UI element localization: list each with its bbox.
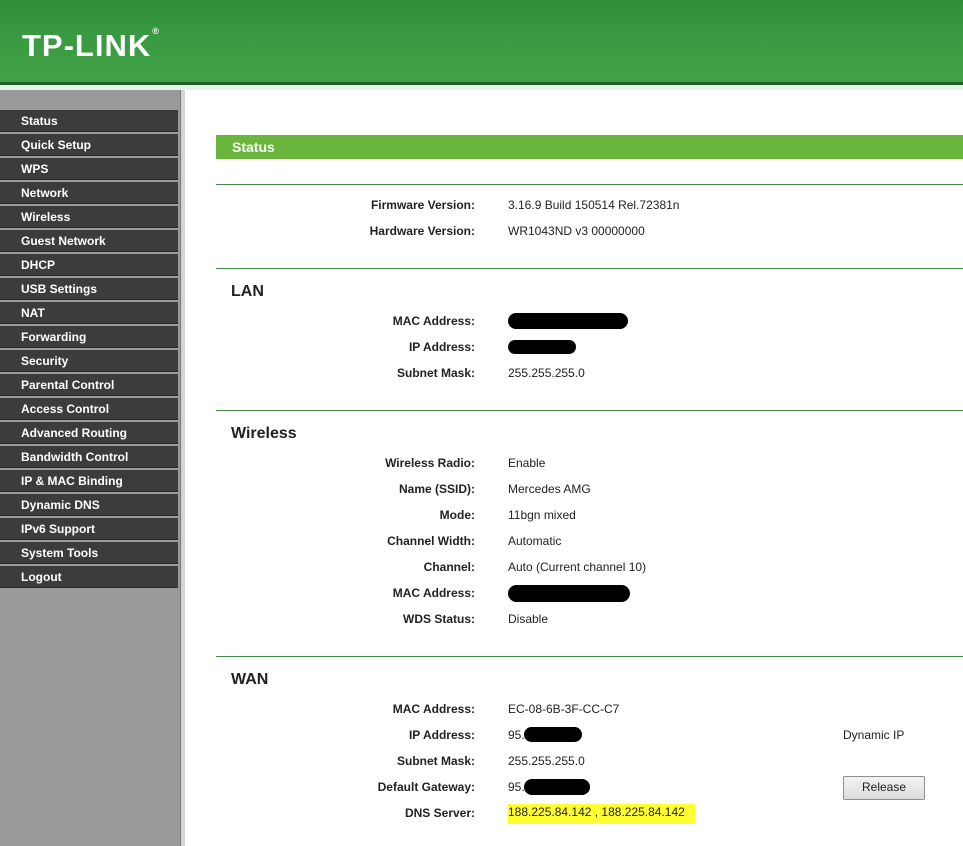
default-gateway-label: Default Gateway: [377, 780, 475, 794]
wireless-mac-label: MAC Address: [392, 586, 475, 600]
sidebar-item-dhcp[interactable]: DHCP [0, 254, 178, 276]
sidebar-item-usb-settings[interactable]: USB Settings [0, 278, 178, 300]
wan-ip-redaction [524, 727, 582, 742]
sidebar-item-advanced-routing[interactable]: Advanced Routing [0, 422, 178, 444]
sidebar-item-network[interactable]: Network [0, 182, 178, 204]
lan-mac-label: MAC Address: [392, 314, 475, 328]
section-divider [216, 410, 963, 411]
lan-ip-label: IP Address: [408, 340, 475, 354]
wan-mac-value: EC-08-6B-3F-CC-C7 [508, 702, 620, 716]
channel-width-label: Channel Width: [387, 534, 475, 548]
main-content: Status Firmware Version: 3.16.9 Build 15… [185, 90, 963, 846]
lan-ip-redaction [508, 340, 576, 354]
sidebar-item-security[interactable]: Security [0, 350, 178, 372]
page-title: Status [216, 135, 963, 159]
firmware-version-value: 3.16.9 Build 150514 Rel.72381n [508, 198, 680, 212]
wan-ip-prefix: 95. [508, 728, 525, 742]
mode-value: 11bgn mixed [508, 508, 576, 522]
registered-mark: ® [152, 26, 160, 36]
section-divider [216, 656, 963, 657]
sidebar-item-wireless[interactable]: Wireless [0, 206, 178, 228]
wireless-radio-label: Wireless Radio: [385, 456, 475, 470]
wireless-section-title: Wireless [231, 425, 297, 442]
sidebar-item-access-control[interactable]: Access Control [0, 398, 178, 420]
dns-server-label: DNS Server: [404, 806, 475, 820]
dns-server-value: 188.225.84.142 , 188.225.84.142 [508, 804, 695, 824]
sidebar-menu: Status Quick Setup WPS Network Wireless … [0, 110, 178, 590]
connection-type: Dynamic IP [843, 728, 905, 742]
wireless-mac-redaction [508, 585, 630, 602]
channel-width-value: Automatic [508, 534, 562, 548]
default-gateway-prefix: 95. [508, 780, 525, 794]
sidebar-item-parental-control[interactable]: Parental Control [0, 374, 178, 396]
ssid-value: Mercedes AMG [508, 482, 591, 496]
release-button[interactable]: Release [843, 776, 925, 800]
sidebar-item-nat[interactable]: NAT [0, 302, 178, 324]
lan-subnet-value: 255.255.255.0 [508, 366, 585, 380]
tp-link-logo: TP-LINK® [22, 26, 160, 64]
ssid-label: Name (SSID): [398, 482, 475, 496]
lan-section-title: LAN [231, 283, 264, 300]
section-divider [216, 184, 963, 185]
sidebar-item-ipv6-support[interactable]: IPv6 Support [0, 518, 178, 540]
sidebar: Status Quick Setup WPS Network Wireless … [0, 90, 180, 846]
wds-status-label: WDS Status: [403, 612, 475, 626]
sidebar-item-ip-mac-binding[interactable]: IP & MAC Binding [0, 470, 178, 492]
section-divider [216, 268, 963, 269]
wireless-radio-value: Enable [508, 456, 546, 470]
default-gateway-redaction [524, 779, 590, 795]
sidebar-item-forwarding[interactable]: Forwarding [0, 326, 178, 348]
lan-subnet-label: Subnet Mask: [396, 366, 475, 380]
channel-label: Channel: [423, 560, 475, 574]
wan-subnet-label: Subnet Mask: [396, 754, 475, 768]
wan-subnet-value: 255.255.255.0 [508, 754, 585, 768]
sidebar-item-logout[interactable]: Logout [0, 566, 178, 588]
mode-label: Mode: [439, 508, 475, 522]
sidebar-item-bandwidth-control[interactable]: Bandwidth Control [0, 446, 178, 468]
wan-ip-label: IP Address: [408, 728, 475, 742]
firmware-version-label: Firmware Version: [370, 198, 475, 212]
hardware-version-label: Hardware Version: [369, 224, 475, 238]
dns-server-highlight: 188.225.84.142 , 188.225.84.142 [508, 804, 695, 824]
sidebar-item-wps[interactable]: WPS [0, 158, 178, 180]
sidebar-item-quick-setup[interactable]: Quick Setup [0, 134, 178, 156]
hardware-version-value: WR1043ND v3 00000000 [508, 224, 645, 238]
header-banner: TP-LINK® [0, 0, 963, 82]
lan-mac-redaction [508, 313, 628, 329]
wan-section-title: WAN [231, 671, 269, 688]
logo-text: TP-LINK [22, 28, 152, 63]
sidebar-item-guest-network[interactable]: Guest Network [0, 230, 178, 252]
wan-mac-label: MAC Address: [392, 702, 475, 716]
sidebar-item-system-tools[interactable]: System Tools [0, 542, 178, 564]
wds-status-value: Disable [508, 612, 549, 626]
channel-value: Auto (Current channel 10) [508, 560, 647, 574]
sidebar-item-status[interactable]: Status [0, 110, 178, 132]
sidebar-item-dynamic-dns[interactable]: Dynamic DNS [0, 494, 178, 516]
